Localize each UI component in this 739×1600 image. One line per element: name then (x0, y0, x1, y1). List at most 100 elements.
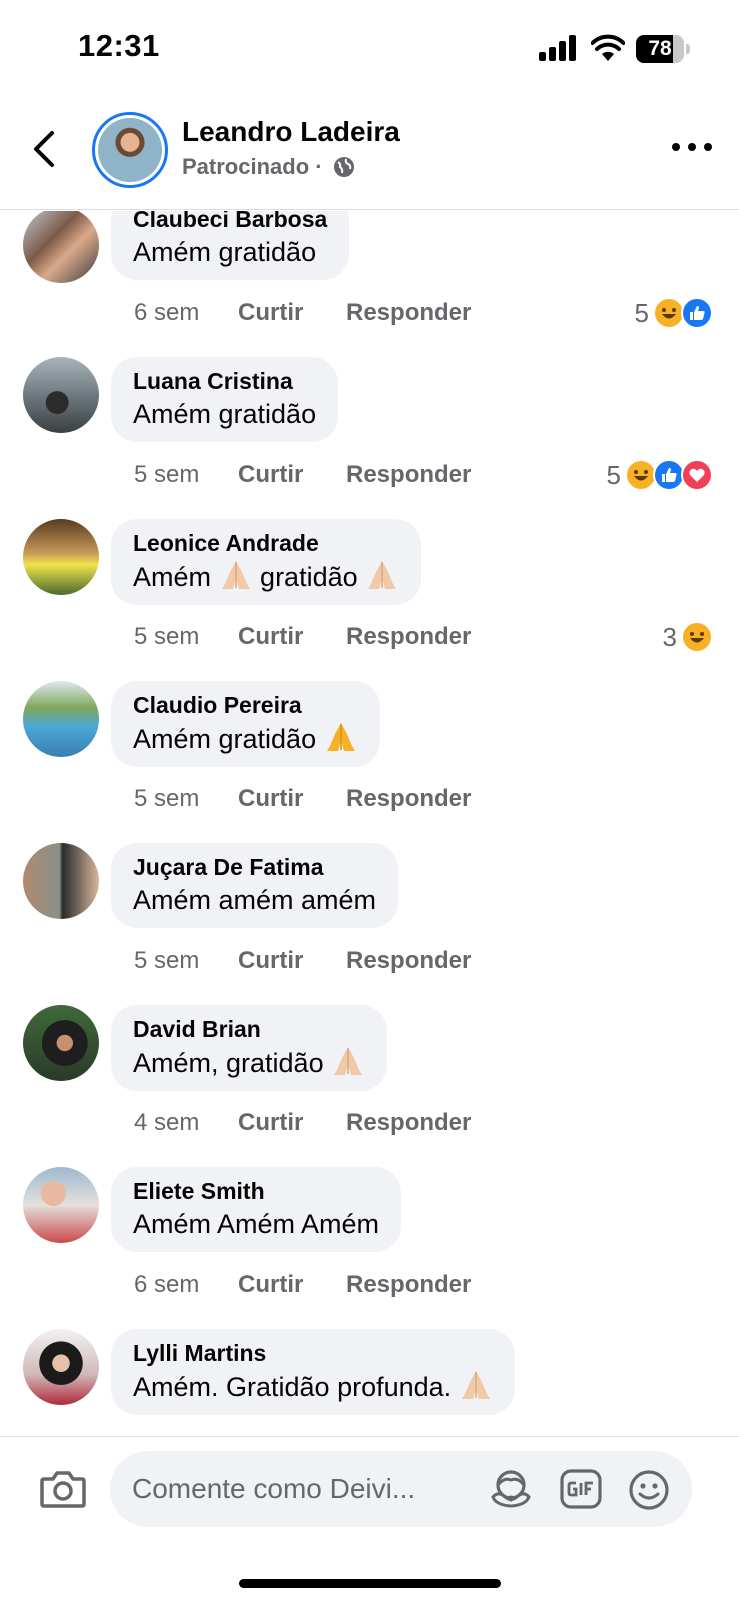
comment-item: Luana Cristina Amém gratidão 5 sem Curti… (0, 357, 739, 519)
comment-text: Amém. Gratidão profunda. (133, 1368, 493, 1405)
comment-text-content: Amém, gratidão (133, 1048, 324, 1078)
avatar[interactable] (23, 519, 99, 595)
pray-emoji-icon (334, 1047, 363, 1075)
comment-text-part: gratidão (260, 562, 358, 592)
post-subtitle: Patrocinado · (182, 154, 355, 180)
comment-time[interactable]: 6 sem (134, 299, 238, 327)
back-icon[interactable] (28, 128, 62, 170)
avatar[interactable] (23, 211, 99, 283)
avatar[interactable] (23, 1005, 99, 1081)
comment-text: Amém amém amém (133, 885, 377, 915)
comment-item: Leonice Andrade Amém gratidão 5 sem Curt… (0, 519, 739, 681)
haha-reaction-icon (681, 621, 713, 653)
reply-button[interactable]: Responder (346, 1109, 471, 1137)
comment-bubble[interactable]: David Brian Amém, gratidão (111, 1005, 388, 1091)
comment-text-content: Amém. Gratidão profunda. (133, 1372, 452, 1402)
avatar[interactable] (23, 1167, 99, 1243)
comment-time[interactable]: 5 sem (134, 623, 238, 651)
more-options-icon[interactable] (672, 140, 712, 154)
reaction-summary[interactable]: 5 (635, 297, 713, 329)
like-button[interactable]: Curtir (238, 461, 346, 489)
comment-actions: 5 sem Curtir Responder (134, 623, 471, 651)
comment-bubble[interactable]: Luana Cristina Amém gratidão (111, 357, 339, 442)
comment-input-box[interactable] (110, 1451, 692, 1527)
reply-button[interactable]: Responder (346, 299, 471, 327)
pray-emoji-icon (221, 561, 250, 589)
comment-composer (0, 1436, 739, 1600)
comment-time[interactable]: 4 sem (134, 1109, 238, 1137)
like-button[interactable]: Curtir (238, 1109, 346, 1137)
pray-emoji-icon (326, 723, 355, 751)
comment-actions: 6 sem Curtir Responder (134, 299, 471, 327)
comment-text: Amém, gratidão (133, 1044, 365, 1081)
wifi-icon (591, 34, 625, 61)
comment-input[interactable] (132, 1451, 472, 1527)
reaction-summary[interactable]: 3 (663, 621, 713, 653)
comment-actions: 5 sem Curtir Responder (134, 947, 471, 975)
emoji-sticker-icon[interactable] (628, 1469, 670, 1511)
comment-actions: 5 sem Curtir Responder (134, 785, 471, 813)
comment-bubble[interactable]: Lylli Martins Amém. Gratidão profunda. (111, 1329, 515, 1415)
avatar[interactable] (23, 357, 99, 433)
comment-author[interactable]: Eliete Smith (133, 1176, 379, 1206)
comment-item: Claudio Pereira Amém gratidão 5 sem Curt… (0, 681, 739, 843)
comment-author[interactable]: Claubeci Barbosa (133, 211, 327, 234)
comment-author[interactable]: Claudio Pereira (133, 690, 358, 720)
comment-actions: 4 sem Curtir Responder (134, 1109, 471, 1137)
post-header: Leandro Ladeira Patrocinado · (0, 100, 739, 210)
battery-percent: 78 (648, 37, 672, 60)
home-indicator[interactable] (239, 1579, 501, 1588)
like-reaction-icon (681, 297, 713, 329)
comment-time[interactable]: 5 sem (134, 947, 238, 975)
comment-bubble[interactable]: Eliete Smith Amém Amém Amém (111, 1167, 402, 1252)
page-name[interactable]: Leandro Ladeira (182, 116, 400, 148)
love-reaction-icon (681, 459, 713, 491)
comment-time[interactable]: 6 sem (134, 1271, 238, 1299)
comment-item: Juçara De Fatima Amém amém amém 5 sem Cu… (0, 843, 739, 1005)
comment-item: David Brian Amém, gratidão 4 sem Curtir … (0, 1005, 739, 1167)
comment-bubble[interactable]: Claubeci Barbosa Amém gratidão (111, 211, 350, 280)
comment-author[interactable]: David Brian (133, 1014, 365, 1044)
reaction-count: 5 (634, 297, 649, 328)
status-time: 12:31 (78, 28, 160, 63)
gif-icon[interactable] (560, 1469, 602, 1509)
battery-icon: 78 (636, 35, 690, 63)
reply-button[interactable]: Responder (346, 461, 471, 489)
page-avatar[interactable] (92, 112, 168, 188)
reaction-summary[interactable]: 5 (607, 459, 713, 491)
comment-author[interactable]: Leonice Andrade (133, 528, 399, 558)
comment-bubble[interactable]: Juçara De Fatima Amém amém amém (111, 843, 399, 928)
status-bar: 12:31 78 (0, 0, 739, 100)
like-button[interactable]: Curtir (238, 785, 346, 813)
comment-author[interactable]: Luana Cristina (133, 366, 316, 396)
camera-icon[interactable] (40, 1469, 86, 1509)
comment-author[interactable]: Juçara De Fatima (133, 852, 376, 882)
comment-text: Amém gratidão (133, 399, 317, 429)
pray-emoji-icon (461, 1371, 490, 1399)
avatar[interactable] (23, 1329, 99, 1405)
like-button[interactable]: Curtir (238, 623, 346, 651)
globe-icon (333, 157, 354, 177)
reply-button[interactable]: Responder (346, 623, 471, 651)
comment-text-part: Amém (133, 562, 212, 592)
avatar-sticker-icon[interactable] (490, 1469, 532, 1509)
avatar[interactable] (23, 681, 99, 757)
comment-bubble[interactable]: Leonice Andrade Amém gratidão (111, 519, 422, 605)
comment-item: Lylli Martins Amém. Gratidão profunda. (0, 1329, 739, 1436)
comment-bubble[interactable]: Claudio Pereira Amém gratidão (111, 681, 380, 767)
comment-item: Claubeci Barbosa Amém gratidão 6 sem Cur… (0, 211, 739, 357)
reaction-count: 3 (662, 621, 677, 652)
like-button[interactable]: Curtir (238, 299, 346, 327)
reply-button[interactable]: Responder (346, 1271, 471, 1299)
reply-button[interactable]: Responder (346, 785, 471, 813)
comment-time[interactable]: 5 sem (134, 461, 238, 489)
comment-actions: 6 sem Curtir Responder (134, 1271, 471, 1299)
sponsored-label: Patrocinado · (182, 154, 323, 179)
like-button[interactable]: Curtir (238, 947, 346, 975)
comment-time[interactable]: 5 sem (134, 785, 238, 813)
comment-author[interactable]: Lylli Martins (133, 1338, 493, 1368)
avatar[interactable] (23, 843, 99, 919)
like-button[interactable]: Curtir (238, 1271, 346, 1299)
comment-text: Amém gratidão (133, 558, 399, 595)
reply-button[interactable]: Responder (346, 947, 471, 975)
